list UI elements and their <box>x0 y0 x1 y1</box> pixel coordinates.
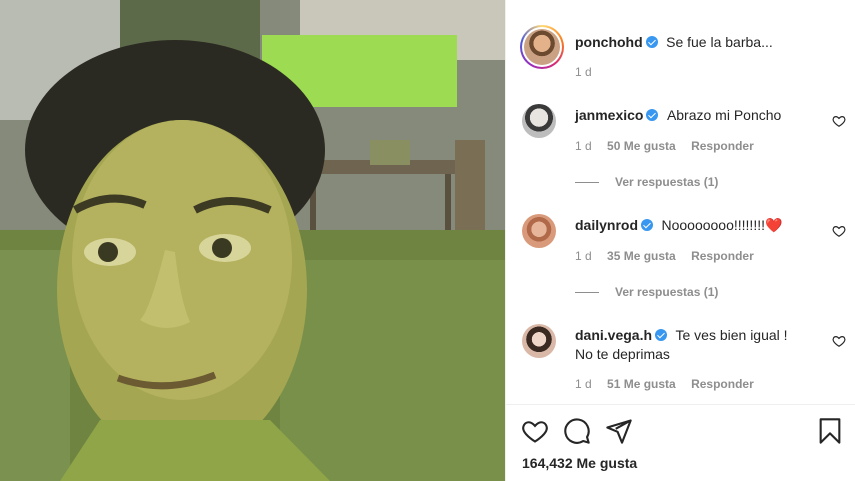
actions-divider <box>506 404 855 405</box>
likes-count[interactable]: 164,432 Me gusta <box>522 455 637 471</box>
view-replies-label: Ver respuestas (1) <box>615 285 719 299</box>
bookmark-icon[interactable] <box>816 417 844 445</box>
comment-text: Te ves bien igual ! <box>675 327 788 343</box>
reply-button[interactable]: Responder <box>691 377 754 391</box>
heart-icon[interactable] <box>521 417 549 445</box>
verified-badge-icon <box>646 109 659 121</box>
comment-likes[interactable]: 50 Me gusta <box>607 139 676 153</box>
comment-like-heart-icon[interactable] <box>832 224 846 238</box>
comment-username[interactable]: janmexico <box>575 107 643 123</box>
comment: dani.vega.h Te ves bien igual ! <box>575 326 788 345</box>
view-replies-button[interactable]: Ver respuestas (1) <box>575 285 718 299</box>
selfie-image <box>0 0 505 481</box>
verified-badge-icon <box>645 36 658 48</box>
comment-text: Abrazo mi Poncho <box>666 107 782 123</box>
reply-button[interactable]: Responder <box>691 249 754 263</box>
caption-text: Se fue la barba... <box>666 34 773 50</box>
comment-avatar[interactable] <box>522 324 556 358</box>
caption: ponchohd Se fue la barba... <box>575 33 773 52</box>
comment-age[interactable]: 1 d <box>575 139 592 153</box>
reply-button[interactable]: Responder <box>691 139 754 153</box>
post-timestamp[interactable]: 1 d <box>575 65 592 79</box>
comment: dailynrod Noooooooo!!!!!!!!❤️ <box>575 216 782 235</box>
comment-like-heart-icon[interactable] <box>832 114 846 128</box>
post-photo[interactable] <box>0 0 505 481</box>
view-replies-label: Ver respuestas (1) <box>615 175 719 189</box>
comment-username[interactable]: dani.vega.h <box>575 327 652 343</box>
comment-bubble-icon[interactable] <box>563 417 591 445</box>
replies-divider-line <box>575 291 599 293</box>
author-avatar[interactable] <box>520 25 564 69</box>
view-replies-button[interactable]: Ver respuestas (1) <box>575 175 718 189</box>
replies-divider-line <box>575 181 599 183</box>
verified-badge-icon <box>641 219 654 231</box>
verified-badge-icon <box>655 329 668 341</box>
comment-likes[interactable]: 51 Me gusta <box>607 377 676 391</box>
author-username[interactable]: ponchohd <box>575 34 643 50</box>
comment-avatar[interactable] <box>522 214 556 248</box>
post-age: 1 d <box>575 65 604 79</box>
comment-avatar[interactable] <box>522 104 556 138</box>
comment-age[interactable]: 1 d <box>575 377 592 391</box>
comment-like-heart-icon[interactable] <box>832 334 846 348</box>
comment-text: Noooooooo!!!!!!!! <box>661 217 765 233</box>
comment-meta: 1 d 35 Me gusta Responder <box>575 249 766 263</box>
comment-likes[interactable]: 35 Me gusta <box>607 249 676 263</box>
comment-text-continued: No te deprimas <box>575 346 670 362</box>
comment-meta: 1 d 51 Me gusta Responder <box>575 377 766 391</box>
paper-plane-icon[interactable] <box>605 417 633 445</box>
comment-username[interactable]: dailynrod <box>575 217 638 233</box>
heart-emoji: ❤️ <box>765 217 783 233</box>
comment: janmexico Abrazo mi Poncho <box>575 106 781 125</box>
comment-meta: 1 d 50 Me gusta Responder <box>575 139 766 153</box>
comment-age[interactable]: 1 d <box>575 249 592 263</box>
comments-panel: ponchohd Se fue la barba... 1 d janmexic… <box>505 0 855 481</box>
